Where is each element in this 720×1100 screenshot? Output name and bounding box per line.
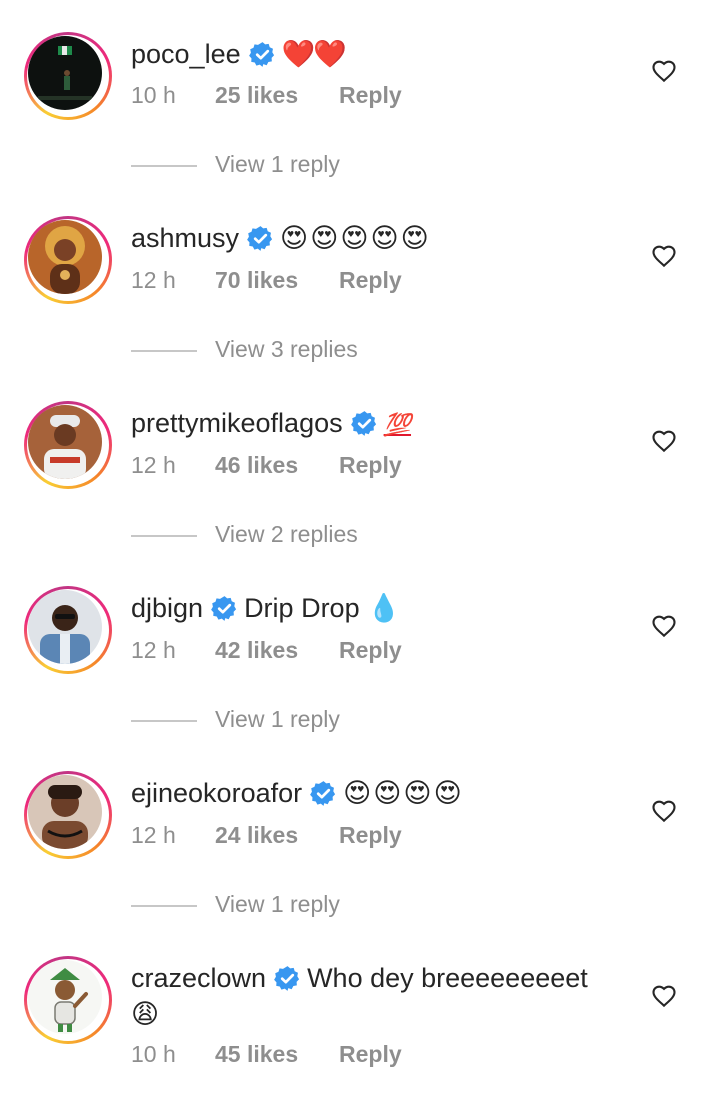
avatar-image (28, 960, 102, 1034)
verified-badge-icon (247, 225, 274, 252)
comment-likes[interactable]: 46 likes (215, 449, 339, 481)
heart-outline-icon[interactable] (650, 982, 678, 1010)
comment-text: 😍😍😍😍 (343, 778, 464, 808)
reply-button[interactable]: Reply (339, 449, 402, 481)
comment-likes[interactable]: 45 likes (215, 1038, 339, 1070)
verified-badge-icon (211, 595, 238, 622)
comment-time: 10 h (131, 82, 176, 108)
comment-username[interactable]: ejineokoroafor (131, 778, 302, 808)
reply-button[interactable]: Reply (339, 264, 402, 296)
comment-likes[interactable]: 70 likes (215, 264, 339, 296)
avatar[interactable] (24, 401, 112, 489)
divider-line (131, 719, 197, 722)
avatar[interactable] (24, 216, 112, 304)
comment-username[interactable]: crazeclown (131, 963, 266, 993)
comment-time: 12 h (131, 452, 176, 478)
verified-badge-icon (310, 780, 337, 807)
avatar[interactable] (24, 32, 112, 120)
avatar-image (28, 36, 102, 110)
avatar[interactable] (24, 771, 112, 859)
comment-username[interactable]: prettymikeoflagos (131, 408, 343, 438)
comment-meta: 10 h 45 likes Reply (131, 1038, 402, 1070)
verified-badge-icon (350, 410, 378, 437)
view-replies-link[interactable]: View 1 reply (131, 149, 340, 179)
divider-line (131, 904, 197, 907)
view-replies-link[interactable]: View 1 reply (131, 704, 340, 734)
comment-meta: 12 h 46 likes Reply (131, 449, 402, 481)
comment-text: Who dey breeeeeeeeet (307, 963, 588, 993)
comment-likes[interactable]: 42 likes (215, 634, 339, 666)
comment-text-emoji: 😩 (131, 999, 160, 1029)
comment-time: 12 h (131, 637, 176, 663)
view-replies-label: View 1 reply (215, 706, 340, 732)
view-replies-label: View 2 replies (215, 521, 358, 547)
reply-button[interactable]: Reply (339, 79, 402, 111)
comment-meta: 12 h 24 likes Reply (131, 819, 402, 851)
comment-line: ashmusy 😍😍😍😍😍 (131, 220, 631, 256)
heart-outline-icon[interactable] (650, 242, 678, 270)
avatar[interactable] (24, 586, 112, 674)
avatar-image (28, 405, 102, 479)
comment-line: prettymikeoflagos 💯 (131, 405, 631, 443)
comment-time: 12 h (131, 267, 176, 293)
comment-line: crazeclown Who dey breeeeeeeeet 😩 (131, 960, 631, 1032)
heart-outline-icon[interactable] (650, 797, 678, 825)
comment-time: 10 h (131, 1041, 176, 1067)
view-replies-label: View 1 reply (215, 891, 340, 917)
heart-outline-icon[interactable] (650, 57, 678, 85)
comment-username[interactable]: poco_lee (131, 39, 241, 69)
comment-likes[interactable]: 24 likes (215, 819, 339, 851)
divider-line (131, 534, 197, 537)
heart-outline-icon[interactable] (650, 612, 678, 640)
verified-badge-icon (274, 965, 301, 992)
avatar-image (28, 220, 102, 294)
heart-outline-icon[interactable] (650, 427, 678, 455)
comment-line: ejineokoroafor 😍😍😍😍 (131, 775, 631, 811)
comment-text: ❤️❤️ (281, 39, 347, 69)
comment-time: 12 h (131, 822, 176, 848)
comment-line: poco_lee ❤️❤️ (131, 36, 631, 72)
avatar-image (28, 590, 102, 664)
view-replies-label: View 1 reply (215, 151, 340, 177)
comment-text: 😍😍😍😍😍 (280, 223, 431, 253)
comment-line: djbign Drip Drop 💧 (131, 590, 631, 626)
comment-username[interactable]: djbign (131, 593, 203, 623)
comments-list: poco_lee ❤️❤️ 10 h 25 likes Reply View 1 re… (0, 0, 720, 1100)
comment-meta: 12 h 70 likes Reply (131, 264, 402, 296)
verified-badge-icon (248, 41, 276, 68)
comment-likes[interactable]: 25 likes (215, 79, 339, 111)
comment-text: Drip Drop 💧 (244, 593, 401, 623)
view-replies-link[interactable]: View 1 reply (131, 889, 340, 919)
avatar-image (28, 775, 102, 849)
view-replies-link[interactable]: View 2 replies (131, 519, 358, 549)
view-replies-label: View 3 replies (215, 336, 358, 362)
reply-button[interactable]: Reply (339, 634, 402, 666)
comment-username[interactable]: ashmusy (131, 223, 239, 253)
reply-button[interactable]: Reply (339, 1038, 402, 1070)
view-replies-link[interactable]: View 3 replies (131, 334, 358, 364)
reply-button[interactable]: Reply (339, 819, 402, 851)
comment-meta: 10 h 25 likes Reply (131, 79, 402, 111)
comment-meta: 12 h 42 likes Reply (131, 634, 402, 666)
divider-line (131, 164, 197, 167)
avatar[interactable] (24, 956, 112, 1044)
comment-text: 💯 (383, 412, 412, 437)
divider-line (131, 349, 197, 352)
